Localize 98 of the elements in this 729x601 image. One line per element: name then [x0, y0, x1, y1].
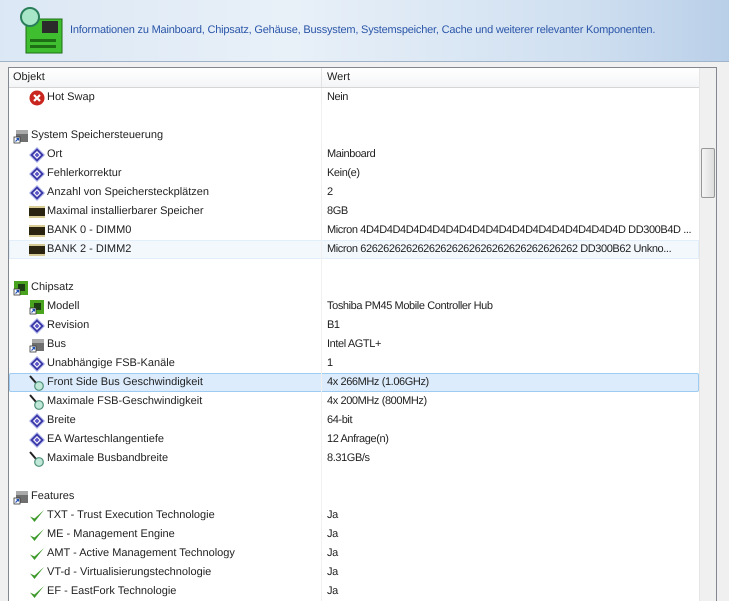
- memory-module-icon: [29, 222, 45, 238]
- diamond-icon: [29, 432, 45, 448]
- checkmark-icon: [29, 584, 45, 600]
- diamond-icon: [29, 166, 45, 182]
- list-row[interactable]: BANK 2 - DIMM2 Micron 62626262626262626262626262626262626262 DD300B62 Unkno...: [9, 240, 699, 259]
- row-label: TXT - Trust Execution Technologie: [47, 508, 215, 524]
- row-value: 4x 200MHz (800MHz): [326, 394, 427, 410]
- row-label: Maximale Busbandbreite: [47, 451, 168, 466]
- row-label: Fehlerkorrektur: [47, 166, 122, 182]
- scrollbar-thumb[interactable]: [701, 148, 715, 198]
- window-shortcut-icon: [29, 336, 45, 352]
- row-label: Hot Swap: [47, 90, 95, 106]
- row-value: Toshiba PM45 Mobile Controller Hub: [326, 299, 493, 314]
- row-label: Unabhängige FSB-Kanäle: [47, 356, 175, 372]
- memory-module-icon: [29, 242, 45, 258]
- row-label: VT-d - Virtualisierungstechnologie: [47, 565, 212, 580]
- error-icon: [29, 90, 45, 106]
- column-header[interactable]: Objekt: [9, 68, 322, 87]
- row-label: Anzahl von Speichersteckplätzen: [47, 185, 210, 200]
- group-label: System Speichersteuerung: [31, 128, 164, 144]
- list-row[interactable]: Anzahl von Speichersteckplätzen 2: [9, 183, 699, 202]
- list-row[interactable]: Unabhängige FSB-Kanäle 1: [9, 354, 699, 373]
- row-value: 64-bit: [326, 413, 352, 428]
- magnifier-icon: [29, 394, 45, 410]
- row-label: Breite: [47, 413, 76, 428]
- row-value: Ja: [326, 584, 338, 600]
- scrollbar[interactable]: [699, 68, 716, 601]
- row-value: 12 Anfrage(n): [326, 432, 388, 448]
- group-row[interactable]: Chipsatz: [9, 278, 699, 297]
- row-value: Nein: [326, 90, 348, 106]
- diamond-icon: [29, 184, 45, 200]
- row-label: Maximal installierbarer Speicher: [47, 204, 204, 220]
- list-row[interactable]: EA Warteschlangentiefe 12 Anfrage(n): [9, 430, 699, 449]
- row-label: Maximale FSB-Geschwindigkeit: [47, 394, 202, 410]
- list-row[interactable]: Front Side Bus Geschwindigkeit 4x 266MHz (1.06GHz): [9, 373, 699, 392]
- row-label: BANK 2 - DIMM2: [47, 242, 132, 258]
- window-shortcut-icon: [13, 128, 29, 144]
- list-row[interactable]: Maximal installierbarer Speicher 8GB: [9, 202, 699, 221]
- list-row[interactable]: Breite 64-bit: [9, 411, 699, 430]
- row-value: Micron 4D4D4D4D4D4D4D4D4D4D4D4D4D4D4D4D4D4D4D4D DD300B4D ...: [326, 223, 692, 238]
- window-shortcut-icon: [13, 488, 29, 504]
- chip-icon: [13, 280, 29, 296]
- list-row[interactable]: Fehlerkorrektur Kein(e): [9, 164, 699, 183]
- list-row[interactable]: TXT - Trust Execution Technologie Ja: [9, 506, 699, 525]
- list-row[interactable]: Modell Toshiba PM45 Mobile Controller Hub: [9, 297, 699, 316]
- diamond-icon: [29, 146, 45, 162]
- list-row[interactable]: Revision B1: [9, 316, 699, 335]
- list-row[interactable]: Bus Intel AGTL+: [9, 335, 699, 354]
- diamond-icon: [29, 356, 45, 372]
- row-value: B1: [326, 318, 340, 334]
- list-row[interactable]: Maximale Busbandbreite 8.31GB/s: [9, 449, 699, 468]
- row-value: Intel AGTL+: [326, 337, 381, 352]
- list-row[interactable]: BANK 0 - DIMM0 Micron 4D4D4D4D4D4D4D4D4D4D4D4D4D4D4D4D4D4D4D4D DD300B4D ...: [9, 221, 699, 240]
- diamond-icon: [29, 318, 45, 334]
- row-label: Revision: [47, 318, 90, 334]
- group-row[interactable]: Features: [9, 487, 699, 506]
- row-label: Modell: [47, 299, 80, 314]
- header-description: Informationen zu Mainboard, Chipsatz, Gehäuse, Bussystem, Systemspeicher, Cache und weiterer relevanter Komponenten.: [70, 23, 656, 38]
- list-row[interactable]: ME - Management Engine Ja: [9, 525, 699, 544]
- checkmark-icon: [29, 526, 45, 542]
- row-label: Bus: [47, 337, 66, 352]
- diamond-icon: [29, 412, 45, 428]
- list-row[interactable]: VT-d - Virtualisierungstechnologie Ja: [9, 563, 699, 582]
- magnifier-icon: [29, 450, 45, 466]
- row-value: Ja: [326, 565, 338, 580]
- row-value: Ja: [326, 527, 338, 542]
- row-label: Ort: [47, 147, 62, 162]
- row-label: BANK 0 - DIMM0: [47, 223, 132, 238]
- memory-module-icon: [29, 204, 45, 220]
- list-row[interactable]: Hot Swap Nein: [9, 88, 699, 107]
- row-value: 8.31GB/s: [326, 451, 370, 466]
- row-value: 8GB: [326, 204, 348, 220]
- group-row[interactable]: System Speichersteuerung: [9, 126, 699, 145]
- checkmark-icon: [29, 546, 45, 562]
- list-row[interactable]: Maximale FSB-Geschwindigkeit 4x 200MHz (800MHz): [9, 392, 699, 411]
- row-value: Ja: [326, 508, 338, 524]
- row-value: Ja: [326, 546, 338, 562]
- checkmark-icon: [29, 564, 45, 580]
- list-row[interactable]: AMT - Active Management Technology Ja: [9, 544, 699, 563]
- row-value: Micron 62626262626262626262626262626262626262 DD300B62 Unkno...: [326, 242, 672, 258]
- group-label: Features: [31, 489, 74, 504]
- list-row[interactable]: EF - EastFork Technologie Ja: [9, 582, 699, 601]
- group-label: Chipsatz: [31, 280, 74, 296]
- checkmark-icon: [29, 508, 45, 524]
- row-value: Mainboard: [326, 147, 376, 162]
- magnifier-icon: [29, 374, 45, 390]
- row-value: Kein(e): [326, 166, 360, 182]
- row-value: 1: [326, 356, 333, 372]
- chip-icon: [29, 298, 45, 314]
- row-label: AMT - Active Management Technology: [47, 546, 235, 562]
- row-label: EF - EastFork Technologie: [47, 584, 176, 600]
- row-value: 4x 266MHz (1.06GHz): [326, 375, 429, 390]
- row-label: Front Side Bus Geschwindigkeit: [47, 375, 203, 390]
- list-row[interactable]: Ort Mainboard: [9, 145, 699, 164]
- row-label: EA Warteschlangentiefe: [47, 432, 164, 448]
- row-label: ME - Management Engine: [47, 527, 175, 542]
- row-value: 2: [326, 185, 333, 200]
- column-header[interactable]: Wert: [322, 68, 699, 87]
